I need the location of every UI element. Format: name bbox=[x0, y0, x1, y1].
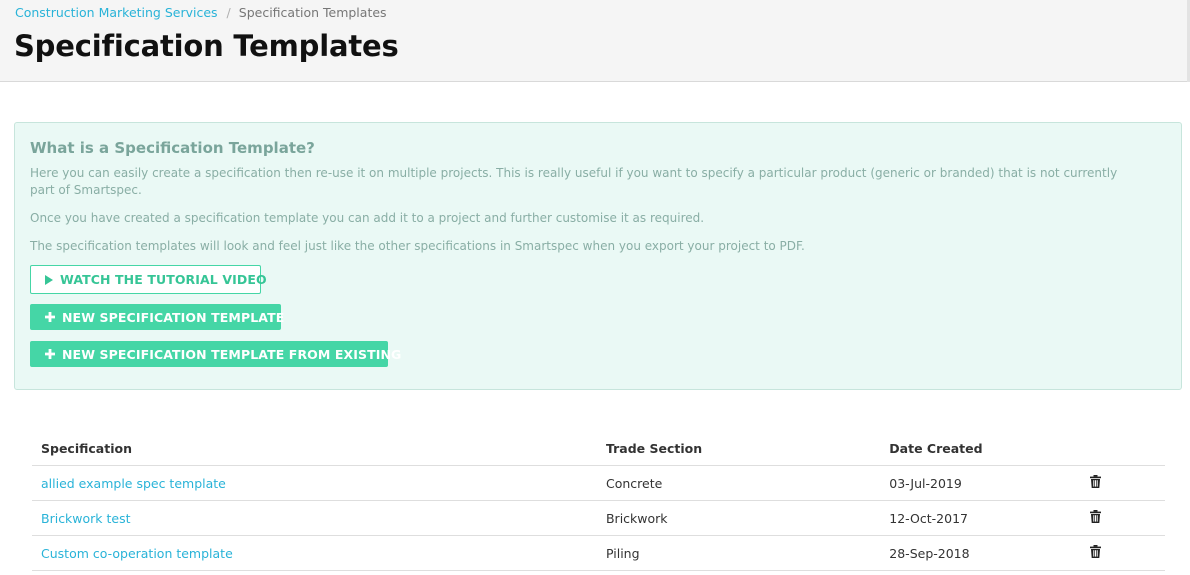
column-header-actions bbox=[1083, 431, 1165, 466]
new-template-button[interactable]: NEW SPECIFICATION TEMPLATE bbox=[30, 304, 285, 330]
info-paragraph-1: Here you can easily create a specificati… bbox=[30, 166, 1118, 197]
info-title: What is a Specification Template? bbox=[30, 139, 315, 157]
table-row: Brickwork test Brickwork 12-Oct-2017 bbox=[32, 500, 1165, 536]
trash-icon[interactable] bbox=[1089, 545, 1101, 561]
play-icon bbox=[45, 274, 53, 285]
specification-cell: Custom co-operation template bbox=[32, 535, 597, 571]
column-header-trade-section[interactable]: Trade Section bbox=[596, 431, 881, 466]
trade-section-cell: Concrete bbox=[596, 465, 881, 501]
trash-icon[interactable] bbox=[1089, 475, 1101, 491]
plus-icon bbox=[45, 312, 55, 322]
column-header-specification[interactable]: Specification bbox=[32, 431, 597, 466]
table-row: Custom co-operation template Piling 28-S… bbox=[32, 535, 1165, 571]
new-template-label: NEW SPECIFICATION TEMPLATE bbox=[62, 309, 285, 325]
trade-section-cell: Piling bbox=[596, 535, 881, 571]
actions-cell bbox=[1083, 500, 1165, 536]
column-header-date-created[interactable]: Date Created bbox=[880, 431, 1084, 466]
breadcrumb-separator: / bbox=[226, 5, 231, 20]
watch-tutorial-label: WATCH THE TUTORIAL VIDEO bbox=[60, 272, 267, 287]
new-template-from-existing-button[interactable]: NEW SPECIFICATION TEMPLATE FROM EXISTING bbox=[30, 341, 401, 367]
page-title: Specification Templates bbox=[14, 29, 399, 63]
table-header-row: Specification Trade Section Date Created bbox=[32, 431, 1165, 466]
page-header: Construction Marketing Services / Specific… bbox=[0, 0, 1190, 82]
specification-link[interactable]: Brickwork test bbox=[41, 511, 131, 526]
date-created-cell: 03-Jul-2019 bbox=[880, 465, 1084, 501]
trade-section-cell: Brickwork bbox=[596, 500, 881, 536]
info-paragraph-2: Once you have created a specification te… bbox=[30, 211, 705, 225]
specification-cell: allied example spec template bbox=[32, 465, 597, 501]
watch-tutorial-button[interactable]: WATCH THE TUTORIAL VIDEO bbox=[30, 265, 267, 294]
breadcrumb-link-construction-marketing-services[interactable]: Construction Marketing Services bbox=[15, 5, 218, 20]
date-created-cell: 28-Sep-2018 bbox=[880, 535, 1084, 571]
trash-icon[interactable] bbox=[1089, 510, 1101, 526]
specification-link[interactable]: Custom co-operation template bbox=[41, 546, 233, 561]
breadcrumb-current: Specification Templates bbox=[238, 5, 387, 20]
plus-icon bbox=[45, 349, 55, 359]
specification-cell: Brickwork test bbox=[32, 500, 597, 536]
info-paragraph-3: The specification templates will look an… bbox=[30, 239, 805, 253]
new-template-from-existing-label: NEW SPECIFICATION TEMPLATE FROM EXISTING bbox=[62, 346, 402, 362]
table-row: allied example spec template Concrete 03… bbox=[32, 465, 1165, 501]
breadcrumb: Construction Marketing Services / Specific… bbox=[15, 5, 387, 21]
info-panel: What is a Specification Template? Here y… bbox=[14, 122, 1182, 390]
specification-link[interactable]: allied example spec template bbox=[41, 476, 226, 491]
date-created-cell: 12-Oct-2017 bbox=[880, 500, 1084, 536]
templates-table: Specification Trade Section Date Created… bbox=[32, 431, 1165, 571]
actions-cell bbox=[1083, 465, 1165, 501]
actions-cell bbox=[1083, 535, 1165, 571]
